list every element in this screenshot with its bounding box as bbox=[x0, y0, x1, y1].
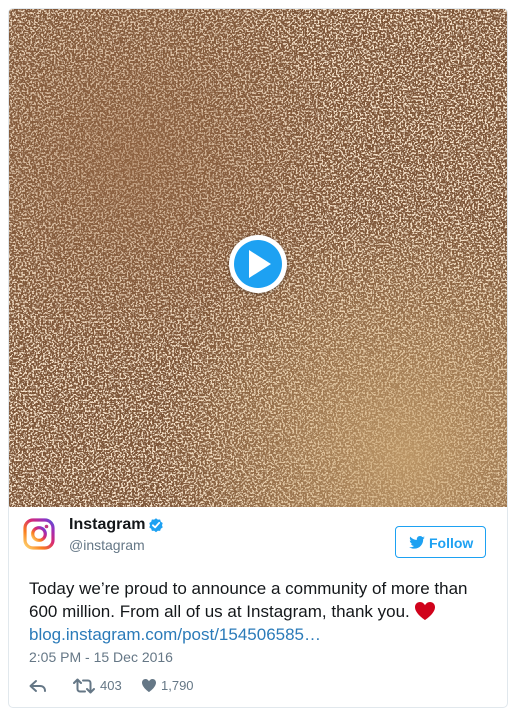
heart-emoji-icon bbox=[414, 602, 435, 620]
author-name-row: Instagram bbox=[69, 516, 164, 536]
reply-button[interactable] bbox=[29, 676, 49, 696]
tweet-header: Instagram @instagram Follow bbox=[21, 514, 487, 558]
follow-button[interactable]: Follow bbox=[395, 526, 486, 558]
retweet-count: 403 bbox=[100, 678, 122, 693]
reply-icon bbox=[29, 680, 46, 692]
twitter-bird-icon bbox=[409, 536, 425, 549]
like-button[interactable]: 1,790 bbox=[141, 676, 221, 696]
instagram-logo-icon[interactable] bbox=[21, 516, 57, 552]
like-count: 1,790 bbox=[161, 678, 194, 693]
heart-icon bbox=[142, 679, 156, 692]
tweet-text: Today we’re proud to announce a communit… bbox=[29, 579, 468, 621]
tweet-timestamp[interactable]: 2:05 PM - 15 Dec 2016 bbox=[29, 649, 173, 665]
verified-badge-icon bbox=[149, 518, 164, 533]
play-button[interactable] bbox=[229, 235, 287, 293]
tweet-card: Instagram @instagram Follow Today we’re … bbox=[8, 8, 508, 708]
tweet-body: Today we’re proud to announce a communit… bbox=[29, 577, 499, 646]
follow-label: Follow bbox=[429, 535, 474, 551]
tweet-actions: 403 1,790 bbox=[29, 676, 429, 696]
video-thumbnail[interactable] bbox=[9, 9, 507, 507]
play-icon bbox=[249, 250, 271, 278]
author-handle[interactable]: @instagram bbox=[69, 537, 145, 553]
retweet-button[interactable]: 403 bbox=[73, 676, 143, 696]
tweet-link[interactable]: blog.instagram.com/post/154506585… bbox=[29, 625, 321, 644]
retweet-icon bbox=[73, 678, 95, 694]
author-name[interactable]: Instagram bbox=[69, 516, 145, 533]
